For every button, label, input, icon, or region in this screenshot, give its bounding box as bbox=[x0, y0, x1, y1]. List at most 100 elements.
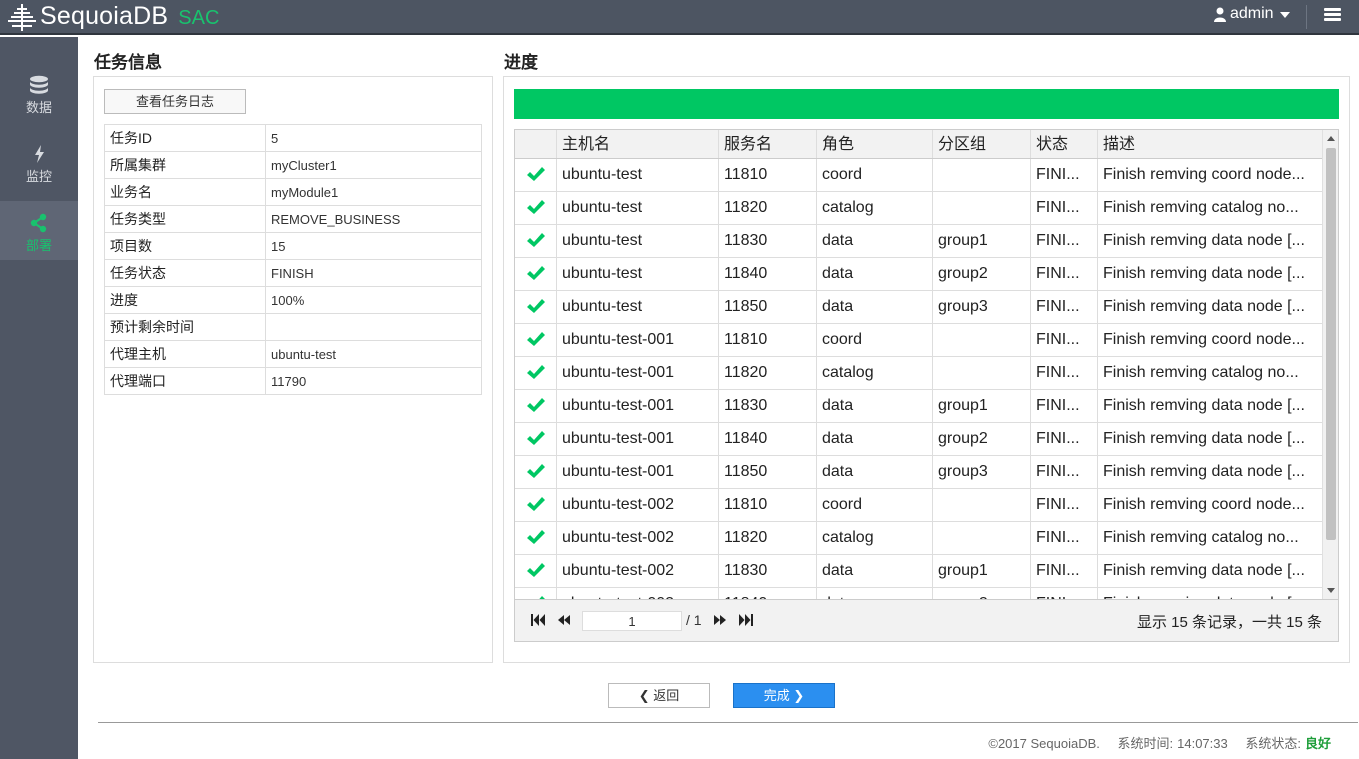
sidebar-item-data[interactable]: 数据 bbox=[0, 75, 78, 135]
info-row: 任务状态 FINISH bbox=[104, 259, 482, 287]
user-name: admin bbox=[1230, 5, 1274, 22]
table-cell: group1 bbox=[933, 390, 1031, 422]
table-cell: 11820 bbox=[719, 357, 817, 389]
table-cell: Finish remving data node [... bbox=[1103, 463, 1305, 480]
scroll-up-icon[interactable] bbox=[1327, 136, 1335, 141]
first-page-icon[interactable] bbox=[530, 612, 546, 628]
back-button[interactable]: ❮ 返回 bbox=[608, 683, 710, 708]
column-header[interactable]: 状态 bbox=[1031, 130, 1098, 158]
done-button[interactable]: 完成 ❯ bbox=[733, 683, 835, 708]
info-row: 代理主机 ubuntu-test bbox=[104, 340, 482, 368]
table-cell: ubuntu-test bbox=[557, 225, 719, 257]
table-row[interactable]: ubuntu-test-002 11830 data group1 FINI... Fin… bbox=[515, 555, 1322, 588]
table-row[interactable]: ubuntu-test 11820 catalog FINI... Finish rem… bbox=[515, 192, 1322, 225]
table-cell: 11820 bbox=[719, 522, 817, 554]
table-row[interactable]: ubuntu-test-002 11810 coord FINI... Finish r… bbox=[515, 489, 1322, 522]
top-bar: SequoiaDB SAC admin bbox=[0, 0, 1359, 35]
progress-title: 进度 bbox=[504, 53, 538, 72]
table-cell: data bbox=[817, 225, 933, 257]
table-cell: FINI... bbox=[1031, 192, 1098, 224]
status-cell bbox=[515, 489, 557, 521]
table-cell: 11840 bbox=[719, 588, 817, 599]
column-header[interactable]: 主机名 bbox=[557, 130, 719, 158]
check-icon bbox=[526, 431, 545, 445]
status-cell bbox=[515, 225, 557, 257]
table-cell bbox=[933, 159, 1031, 191]
table-cell: 11830 bbox=[719, 390, 817, 422]
sidebar-item-deploy[interactable]: 部署 bbox=[0, 201, 78, 260]
column-header[interactable]: 描述 bbox=[1098, 130, 1322, 158]
sidebar-item-monitor[interactable]: 监控 bbox=[0, 144, 78, 204]
table-row[interactable]: ubuntu-test-00211840datagroup2FINI...Fin… bbox=[515, 588, 1322, 599]
check-icon bbox=[526, 497, 545, 511]
table-cell: FINI... bbox=[1031, 159, 1098, 191]
column-header[interactable] bbox=[515, 130, 557, 158]
footer: ©2017 SequoiaDB. 系统时间: 14:07:33 系统状态: 良好 bbox=[988, 733, 1331, 752]
status-cell bbox=[515, 555, 557, 587]
info-value: 11790 bbox=[265, 367, 482, 395]
info-key: 代理端口 bbox=[104, 367, 266, 395]
copyright: ©2017 SequoiaDB. bbox=[988, 736, 1100, 751]
view-task-log-button[interactable]: 查看任务日志 bbox=[104, 89, 246, 114]
share-icon bbox=[30, 213, 47, 233]
last-page-icon[interactable] bbox=[738, 612, 754, 628]
user-menu[interactable]: admin bbox=[1214, 5, 1290, 23]
status-cell bbox=[515, 192, 557, 224]
table-row[interactable]: ubuntu-test 11830 data group1 FINI... Finish … bbox=[515, 225, 1322, 258]
table-cell: ubuntu-test bbox=[557, 192, 719, 224]
vertical-scrollbar[interactable] bbox=[1322, 130, 1338, 599]
scroll-down-icon[interactable] bbox=[1327, 588, 1335, 593]
table-cell: ubuntu-test-001 bbox=[557, 456, 719, 488]
system-time-label: 系统时间: bbox=[1117, 736, 1174, 751]
table-cell: FINI... bbox=[1031, 588, 1098, 599]
table-cell: ubuntu-test bbox=[557, 258, 719, 290]
column-header[interactable]: 服务名 bbox=[719, 130, 817, 158]
table-cell: 11820 bbox=[719, 192, 817, 224]
table-row[interactable]: ubuntu-test 11810 coord FINI... Finish remvi… bbox=[515, 159, 1322, 192]
table-row[interactable]: ubuntu-test-001 11840 data group2 FINI... Fin… bbox=[515, 423, 1322, 456]
table-cell: group3 bbox=[933, 456, 1031, 488]
info-key: 业务名 bbox=[104, 178, 266, 206]
table-cell: Finish remving coord node... bbox=[1103, 166, 1305, 183]
next-page-icon[interactable] bbox=[712, 612, 728, 628]
table-row[interactable]: ubuntu-test-001 11820 catalog FINI... Finish… bbox=[515, 357, 1322, 390]
column-header[interactable]: 分区组 bbox=[933, 130, 1031, 158]
info-row: 预计剩余时间 bbox=[104, 313, 482, 341]
table-row[interactable]: ubuntu-test-001 11850 data group3 FINI... Fin… bbox=[515, 456, 1322, 489]
table-cell: Finish remving data node [... bbox=[1098, 588, 1322, 599]
table-row[interactable]: ubuntu-test-002 11820 catalog FINI... Finish… bbox=[515, 522, 1322, 555]
column-header[interactable]: 角色 bbox=[817, 130, 933, 158]
table-row[interactable]: ubuntu-test-001 11830 data group1 FINI... Fin… bbox=[515, 390, 1322, 423]
info-value: myModule1 bbox=[265, 178, 482, 206]
task-info-table: 任务ID 5 所属集群 myCluster1 业务名 myModule1 任务类型 REMOV… bbox=[104, 124, 482, 395]
sidebar-item-label: 监控 bbox=[25, 169, 52, 184]
progress-bar bbox=[514, 89, 1339, 119]
info-key: 任务类型 bbox=[104, 205, 266, 233]
scrollbar-thumb[interactable] bbox=[1326, 148, 1336, 540]
page-input[interactable] bbox=[582, 611, 682, 631]
table-cell: group2 bbox=[933, 423, 1031, 455]
table-row[interactable]: ubuntu-test-001 11810 coord FINI... Finish r… bbox=[515, 324, 1322, 357]
table-cell: catalog bbox=[817, 357, 933, 389]
table-cell bbox=[933, 192, 1031, 224]
table-cell: ubuntu-test-002 bbox=[557, 555, 719, 587]
check-icon bbox=[526, 563, 545, 577]
pager: / 1 显示 15 条记录，一共 15 条 bbox=[515, 599, 1338, 641]
tree-logo-icon bbox=[8, 3, 36, 31]
table-cell: Finish remving catalog no... bbox=[1103, 529, 1299, 546]
table-cell: ubuntu-test-002 bbox=[557, 522, 719, 554]
table-cell: 11850 bbox=[719, 291, 817, 323]
prev-page-icon[interactable] bbox=[556, 612, 572, 628]
table-row[interactable]: ubuntu-test 11840 data group2 FINI... Finish … bbox=[515, 258, 1322, 291]
table-cell bbox=[933, 489, 1031, 521]
info-key: 预计剩余时间 bbox=[104, 313, 266, 341]
chevron-left-icon: ❮ bbox=[638, 688, 650, 703]
table-cell: FINI... bbox=[1031, 423, 1098, 455]
info-value: ubuntu-test bbox=[265, 340, 482, 368]
table-cell: Finish remving catalog no... bbox=[1103, 199, 1299, 216]
table-cell: data bbox=[817, 291, 933, 323]
menu-icon[interactable] bbox=[1324, 8, 1341, 22]
table-row[interactable]: ubuntu-test 11850 data group3 FINI... Finish … bbox=[515, 291, 1322, 324]
info-key: 进度 bbox=[104, 286, 266, 314]
logo[interactable]: SequoiaDB SAC bbox=[6, 0, 219, 33]
